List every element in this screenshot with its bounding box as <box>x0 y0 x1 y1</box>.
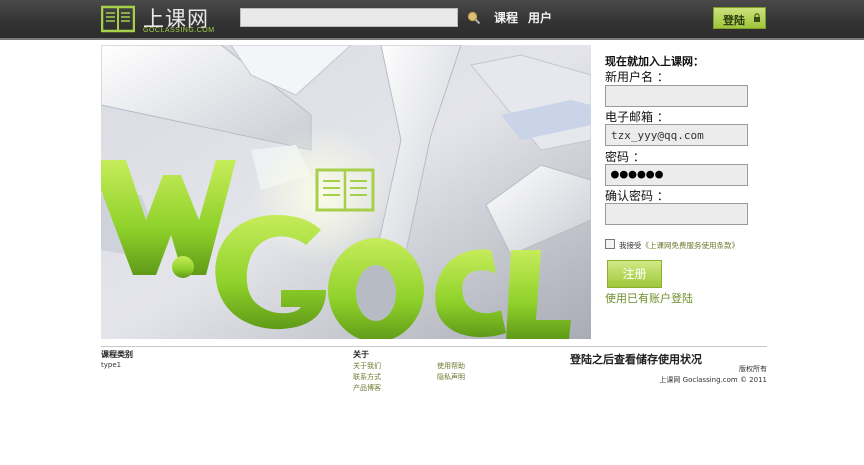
terms-link[interactable]: 《上课网免费服务使用条款》 <box>642 241 740 250</box>
register-button[interactable]: 注册 <box>607 260 662 288</box>
top-header: 上课网 GOCLASSING.COM 课程 用户 登陆 <box>0 0 864 40</box>
search-input[interactable] <box>240 8 458 27</box>
course-category-title: 课程类别 <box>101 350 133 359</box>
form-title: 现在就加入上课网： <box>605 55 704 68</box>
footer-link-blog[interactable]: 产品博客 <box>353 383 381 393</box>
password-field[interactable]: ●●●●●● <box>605 164 748 186</box>
email-field[interactable] <box>605 124 748 146</box>
password-label: 密码 ： <box>605 150 645 164</box>
confirm-password-field[interactable] <box>605 203 748 225</box>
email-label: 电子邮箱 ： <box>605 110 669 124</box>
login-button[interactable]: 登陆 <box>713 7 766 29</box>
login-button-label: 登陆 <box>723 14 745 27</box>
existing-account-login-link[interactable]: 使用已有账户登陆 <box>605 290 693 306</box>
lock-icon <box>754 13 760 22</box>
book-logo-icon <box>101 5 135 33</box>
copyright-text: 上课网 Goclassing.com © 2011 <box>659 376 767 384</box>
footer-link-help[interactable]: 使用帮助 <box>437 361 465 371</box>
site-logo[interactable]: 上课网 GOCLASSING.COM <box>101 4 221 36</box>
about-title: 关于 <box>353 350 369 359</box>
username-field[interactable] <box>605 85 748 107</box>
agree-prefix: 我接受 <box>619 241 642 250</box>
confirm-password-label: 确认密码 ： <box>605 189 669 203</box>
footer-divider <box>101 346 767 347</box>
category-item[interactable]: type1 <box>101 361 121 369</box>
storage-usage-title: 登陆之后查看储存使用状况 <box>570 353 702 366</box>
footer-link-about-us[interactable]: 关于我们 <box>353 361 381 371</box>
agree-terms-checkbox[interactable] <box>605 239 615 249</box>
footer-link-privacy[interactable]: 隐私声明 <box>437 372 465 382</box>
username-label: 新用户名 ： <box>605 70 669 84</box>
search-icon[interactable] <box>467 11 481 25</box>
footer-link-contact[interactable]: 联系方式 <box>353 372 381 382</box>
agree-terms-text: 我接受《上课网免费服务使用条款》 <box>619 240 739 251</box>
password-dots: ●●●●●● <box>611 167 664 182</box>
logo-subtitle: GOCLASSING.COM <box>143 27 215 34</box>
nav-courses[interactable]: 课程 <box>494 9 518 26</box>
hero-banner-image <box>101 45 591 339</box>
rights-text: 版权所有 <box>739 365 767 373</box>
nav-users[interactable]: 用户 <box>528 9 552 26</box>
